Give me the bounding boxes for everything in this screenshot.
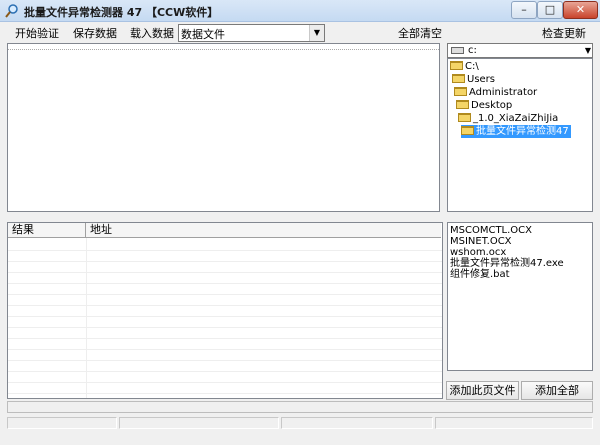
table-row bbox=[8, 349, 442, 350]
log-textarea[interactable] bbox=[7, 43, 440, 212]
tree-item-label: 批量文件异常检测47 bbox=[476, 126, 569, 137]
file-list-item[interactable]: 批量文件异常检测47.exe bbox=[450, 258, 564, 269]
status-panel bbox=[7, 417, 117, 429]
tree-item-label: _1.0_XiaZaiZhiJia bbox=[473, 113, 559, 124]
title-bar: 批量文件异常检测器 47 【CCW软件】 – □ ✕ bbox=[0, 0, 600, 22]
minimize-button[interactable]: – bbox=[511, 1, 537, 19]
table-row bbox=[8, 382, 442, 383]
data-type-value: 数据文件 bbox=[181, 28, 225, 41]
close-button[interactable]: ✕ bbox=[563, 1, 598, 19]
add-page-files-button[interactable]: 添加此页文件 bbox=[446, 381, 519, 400]
add-all-button[interactable]: 添加全部 bbox=[521, 381, 593, 400]
tree-item[interactable]: C:\ bbox=[450, 60, 479, 73]
tree-item[interactable]: _1.0_XiaZaiZhiJia bbox=[458, 112, 558, 125]
table-row bbox=[8, 261, 442, 262]
table-row bbox=[8, 316, 442, 317]
tree-item-label: Users bbox=[467, 74, 496, 85]
table-row bbox=[8, 393, 442, 394]
magnifier-app-icon bbox=[5, 4, 18, 18]
chevron-down-icon[interactable]: ▼ bbox=[309, 25, 324, 41]
save-data-button[interactable]: 保存数据 bbox=[66, 25, 124, 43]
folder-icon bbox=[458, 113, 471, 122]
tree-item[interactable]: Users bbox=[452, 73, 495, 86]
data-type-select[interactable]: 数据文件 ▼ bbox=[178, 24, 325, 42]
status-panel bbox=[281, 417, 433, 429]
status-panel bbox=[435, 417, 593, 429]
table-row bbox=[8, 338, 442, 339]
results-table[interactable]: 结果 地址 bbox=[7, 222, 443, 399]
file-list-item[interactable]: MSINET.OCX bbox=[450, 236, 512, 247]
table-row bbox=[8, 371, 442, 372]
tree-item-label: Desktop bbox=[471, 100, 513, 111]
status-bar bbox=[0, 413, 600, 445]
tree-item-label: C:\ bbox=[465, 61, 479, 72]
folder-icon bbox=[456, 100, 469, 109]
table-row bbox=[8, 294, 442, 295]
check-update-button[interactable]: 检查更新 bbox=[536, 25, 592, 43]
log-divider bbox=[8, 44, 439, 50]
table-row bbox=[8, 360, 442, 361]
chevron-down-icon[interactable]: ▼ bbox=[585, 44, 591, 57]
folder-icon bbox=[450, 61, 463, 70]
start-verify-button[interactable]: 开始验证 bbox=[8, 25, 66, 43]
file-list[interactable]: MSCOMCTL.OCX MSINET.OCX wshom.ocx 批量文件异常… bbox=[447, 222, 593, 371]
column-header-result[interactable]: 结果 bbox=[8, 223, 86, 238]
table-row bbox=[8, 272, 442, 273]
load-data-button[interactable]: 载入数据 bbox=[124, 25, 180, 43]
column-divider bbox=[86, 238, 87, 398]
status-panel bbox=[119, 417, 279, 429]
folder-icon bbox=[452, 74, 465, 83]
clear-all-button[interactable]: 全部清空 bbox=[396, 25, 444, 43]
tree-item[interactable]: Administrator bbox=[454, 86, 537, 99]
window-title: 批量文件异常检测器 47 【CCW软件】 bbox=[24, 6, 219, 19]
table-row bbox=[8, 327, 442, 328]
file-list-item[interactable]: 组件修复.bat bbox=[450, 269, 510, 280]
tree-item-selected[interactable]: 批量文件异常检测47 bbox=[461, 125, 571, 138]
file-list-item[interactable]: wshom.ocx bbox=[450, 247, 506, 258]
file-list-item[interactable]: MSCOMCTL.OCX bbox=[450, 225, 532, 236]
directory-tree[interactable]: C:\ Users Administrator Desktop _1.0_Xia… bbox=[447, 58, 593, 212]
drive-value: c: bbox=[468, 45, 477, 56]
table-row bbox=[8, 250, 442, 251]
open-folder-icon bbox=[461, 126, 474, 135]
table-row bbox=[8, 305, 442, 306]
column-header-address[interactable]: 地址 bbox=[86, 223, 441, 238]
folder-icon bbox=[454, 87, 467, 96]
progress-bar bbox=[7, 401, 593, 413]
drive-select[interactable]: c: ▼ bbox=[447, 43, 593, 58]
tree-item[interactable]: Desktop bbox=[456, 99, 512, 112]
maximize-button[interactable]: □ bbox=[537, 1, 563, 19]
tree-item-label: Administrator bbox=[469, 87, 538, 98]
drive-icon bbox=[451, 47, 464, 54]
table-row bbox=[8, 283, 442, 284]
